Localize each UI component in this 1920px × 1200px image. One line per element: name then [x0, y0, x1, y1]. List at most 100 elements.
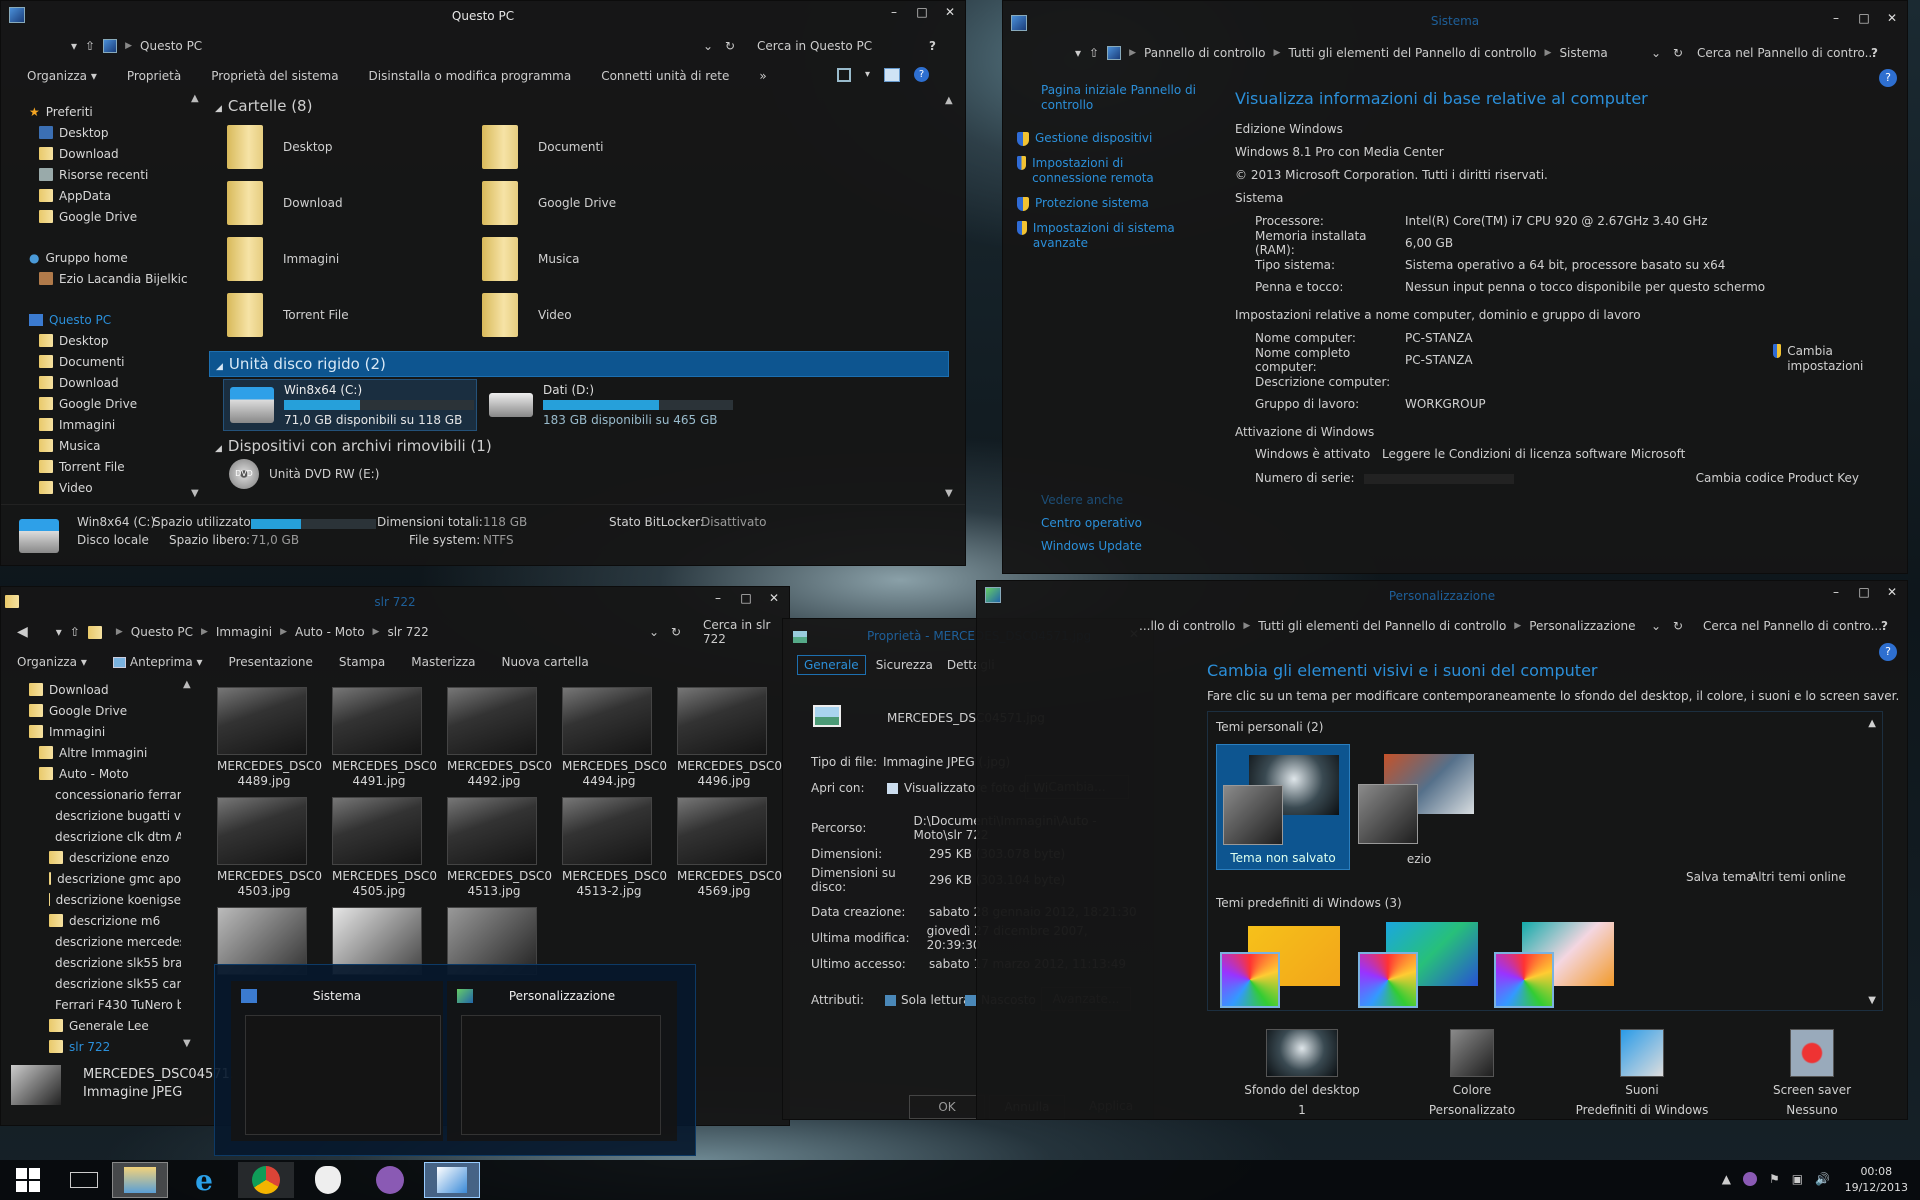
section-removable-header[interactable]: ◢ Dispositivi con archivi rimovibili (1) [209, 437, 949, 455]
burn-button[interactable]: Masterizza [411, 655, 475, 669]
address-dropdown-icon[interactable]: ⌄ [1651, 46, 1661, 60]
help-circle-icon[interactable]: ? [1879, 69, 1897, 87]
nav-item[interactable]: descrizione mercedes [29, 931, 181, 952]
nav-this-pc[interactable]: Questo PC [29, 309, 197, 330]
sidebar-link-remote[interactable]: Impostazioni di connessione remota [1017, 156, 1197, 186]
breadcrumb-this-pc[interactable]: Questo PC [140, 39, 202, 53]
refresh-icon[interactable]: ↻ [1673, 619, 1683, 633]
search-input[interactable]: Cerca nel Pannello di contro... [1703, 619, 1882, 633]
breadcrumb-item[interactable]: Questo PC [131, 625, 193, 639]
ok-button[interactable]: OK [909, 1095, 985, 1119]
setting-item[interactable]: Screen saver Nessuno [1727, 1029, 1897, 1117]
taskbar-alien-app[interactable] [300, 1162, 356, 1198]
setting-item[interactable]: Suoni Predefiniti di Windows [1557, 1029, 1727, 1117]
save-theme-link[interactable]: Salva tema [1686, 870, 1754, 884]
folder-item[interactable]: Download [227, 181, 482, 225]
up-arrow-icon[interactable]: ⇧ [85, 39, 95, 53]
nav-scrollbar[interactable]: ▲ ▼ [183, 679, 195, 1049]
section-folders-header[interactable]: ◢ Cartelle (8) [209, 97, 949, 119]
nav-item[interactable]: descrizione slk55 bral [29, 952, 181, 973]
up-arrow-icon[interactable]: ⇧ [70, 625, 80, 639]
new-folder-button[interactable]: Nuova cartella [502, 655, 589, 669]
nav-item[interactable]: Desktop [29, 330, 197, 351]
nav-favorites[interactable]: ★ Preferiti [29, 101, 197, 122]
uninstall-program-button[interactable]: Disinstalla o modifica programma [369, 69, 572, 83]
folder-item[interactable]: Torrent File [227, 293, 482, 337]
change-product-key-link[interactable]: Cambia codice Product Key [1696, 471, 1859, 485]
nav-item[interactable]: concessionario ferrar [29, 784, 181, 805]
content-scrollbar[interactable]: ▲ ▼ [945, 95, 957, 499]
scroll-up-icon[interactable]: ▲ [1868, 718, 1876, 729]
help-circle-icon[interactable]: ? [914, 67, 930, 82]
scroll-down-icon[interactable]: ▼ [191, 488, 199, 499]
preview-menu[interactable]: Anteprima ▾ [112, 655, 203, 669]
breadcrumb-control-panel[interactable]: Pannello di controllo [1144, 46, 1266, 60]
show-hidden-icons-button[interactable]: ▲ [1722, 1172, 1731, 1186]
taskbar-control-panel[interactable] [424, 1162, 480, 1198]
nav-item[interactable]: descrizione enzo [29, 847, 181, 868]
title-bar[interactable]: slr 722 – □ ✕ [1, 587, 789, 617]
help-icon[interactable]: ? [929, 39, 936, 53]
theme-item[interactable]: ezio [1352, 744, 1486, 870]
up-arrow-icon[interactable]: ⇧ [1089, 46, 1099, 60]
nav-item[interactable]: slr 722 [29, 1036, 181, 1057]
history-dropdown-icon[interactable]: ▾ [56, 625, 62, 639]
nav-item[interactable]: descrizione m6 [29, 910, 181, 931]
nav-item[interactable]: Immagini [29, 721, 181, 742]
folder-item[interactable]: Google Drive [482, 181, 737, 225]
minimize-button[interactable]: – [1829, 11, 1843, 25]
nav-item[interactable]: descrizione gmc apo [29, 868, 181, 889]
organize-menu[interactable]: Organizza ▾ [27, 69, 97, 83]
preview-item-system[interactable]: Sistema [231, 981, 443, 1141]
map-network-drive-button[interactable]: Connetti unità di rete [601, 69, 729, 83]
nav-item[interactable]: Ferrari F430 TuNero b [29, 994, 181, 1015]
close-button[interactable]: ✕ [943, 5, 957, 19]
nav-item[interactable]: Desktop [29, 122, 197, 143]
nav-item[interactable]: descrizione koenigse [29, 889, 181, 910]
setting-item[interactable]: Sfondo del desktop 1 [1217, 1029, 1387, 1117]
minimize-button[interactable]: – [711, 591, 725, 605]
drive-item-d[interactable]: Dati (D:) 183 GB disponibili su 465 GB [483, 379, 737, 431]
file-item[interactable]: MERCEDES_DSC0 4569.jpg [677, 797, 789, 899]
search-input[interactable]: Cerca in slr 722 [703, 618, 789, 646]
refresh-icon[interactable]: ↻ [1673, 46, 1683, 60]
breadcrumb-all-items[interactable]: Tutti gli elementi del Pannello di contr… [1288, 46, 1536, 60]
nav-homegroup[interactable]: ● Gruppo home [29, 247, 197, 268]
folder-item[interactable]: Documenti [482, 125, 737, 169]
themes-list[interactable]: Temi personali (2) ▲ Tema non salvato ez… [1207, 711, 1883, 1011]
address-dropdown-icon[interactable]: ⌄ [1651, 619, 1661, 633]
nav-item[interactable]: descrizione bugatti v [29, 805, 181, 826]
action-center-link[interactable]: Centro operativo [1041, 512, 1142, 535]
scroll-down-icon[interactable]: ▼ [1868, 995, 1876, 1006]
volume-icon[interactable]: 🔊 [1815, 1172, 1830, 1186]
address-bar[interactable]: ▾ ⇧ ▶ Pannello di controllo ▶ Tutti gli … [1003, 41, 1907, 65]
folder-item[interactable]: Desktop [227, 125, 482, 169]
view-dropdown-icon[interactable]: ▾ [865, 69, 870, 80]
nav-item[interactable]: Musica [29, 435, 197, 456]
breadcrumb-personalization[interactable]: Personalizzazione [1529, 619, 1635, 633]
license-terms-link[interactable]: Leggere le Condizioni di licenza softwar… [1382, 447, 1685, 461]
control-panel-home-link[interactable]: Pagina iniziale Pannello di controllo [1017, 83, 1197, 113]
search-input[interactable]: Cerca nel Pannello di contro... [1697, 46, 1876, 60]
address-bar[interactable]: ◀ ▾ ⇧ ▶ Questo PC ▶ Immagini ▶ Auto - Mo… [1, 617, 789, 647]
address-bar[interactable]: ...llo di controllo ▶ Tutti gli elementi… [977, 611, 1907, 641]
help-icon[interactable]: ? [1871, 46, 1878, 60]
action-center-flag-icon[interactable]: ⚑ [1769, 1172, 1780, 1186]
nav-item[interactable]: Download [29, 372, 197, 393]
maximize-button[interactable]: □ [915, 5, 929, 19]
windows-update-link[interactable]: Windows Update [1041, 535, 1142, 558]
close-button[interactable]: ✕ [1885, 11, 1899, 25]
file-item[interactable]: MERCEDES_DSC0 4505.jpg [332, 797, 447, 899]
file-item[interactable]: MERCEDES_DSC0 4492.jpg [447, 687, 562, 789]
properties-button[interactable]: Proprietà [127, 69, 181, 83]
history-dropdown-icon[interactable]: ▾ [1075, 46, 1081, 60]
nav-item[interactable]: Ezio Lacandia Bijelkic [29, 268, 197, 289]
default-theme-item[interactable] [1220, 922, 1340, 1008]
section-drives-header[interactable]: ◢ Unità disco rigido (2) [209, 351, 949, 377]
breadcrumb-item[interactable]: Immagini [216, 625, 272, 639]
folder-item[interactable]: Immagini [227, 237, 482, 281]
breadcrumb-system[interactable]: Sistema [1559, 46, 1607, 60]
nav-item[interactable]: Risorse recenti [29, 164, 197, 185]
navigation-pane[interactable]: ★ Preferiti Desktop Download Risorse rece… [29, 101, 197, 498]
refresh-icon[interactable]: ↻ [671, 625, 681, 639]
